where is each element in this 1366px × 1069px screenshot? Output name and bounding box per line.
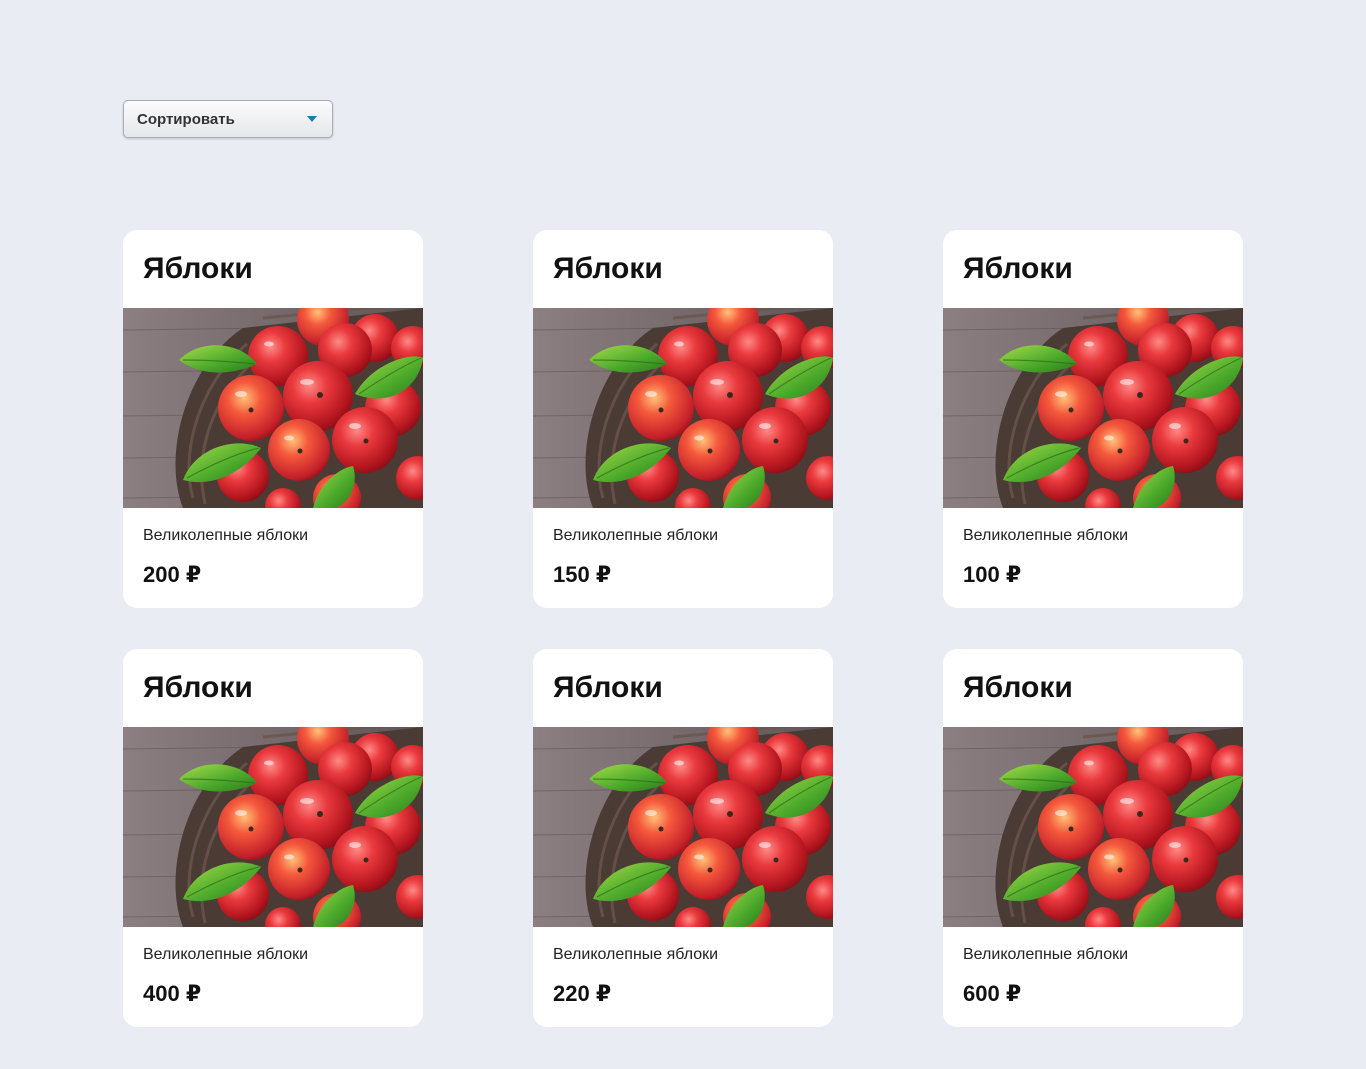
- chevron-down-icon: [307, 116, 317, 122]
- product-card[interactable]: Яблоки Великолепные яблоки 100 ₽: [943, 230, 1243, 608]
- product-price: 200 ₽: [143, 562, 202, 587]
- product-title: Яблоки: [143, 252, 253, 285]
- product-card[interactable]: Яблоки Великолепные яблоки 150 ₽: [533, 230, 833, 608]
- product-card[interactable]: Яблоки Великолепные яблоки 400 ₽: [123, 649, 423, 1027]
- product-title: Яблоки: [143, 671, 253, 704]
- product-grid: Яблоки Великолепные яблоки 200 ₽ Яблоки …: [123, 230, 1243, 1027]
- product-title: Яблоки: [553, 252, 663, 285]
- product-price: 400 ₽: [143, 981, 202, 1006]
- apples-basket-image: [123, 308, 423, 508]
- apples-basket-image: [123, 727, 423, 927]
- apples-basket-image: [943, 727, 1243, 927]
- apples-basket-image: [943, 308, 1243, 508]
- apples-basket-image: [533, 308, 833, 508]
- product-title: Яблоки: [963, 671, 1073, 704]
- product-title: Яблоки: [553, 671, 663, 704]
- product-price: 100 ₽: [963, 562, 1022, 587]
- product-price: 220 ₽: [553, 981, 612, 1006]
- product-title: Яблоки: [963, 252, 1073, 285]
- product-description: Великолепные яблоки: [963, 946, 1129, 963]
- product-price: 150 ₽: [553, 562, 612, 587]
- product-description: Великолепные яблоки: [963, 527, 1129, 544]
- apples-basket-image: [533, 727, 833, 927]
- product-card[interactable]: Яблоки Великолепные яблоки 200 ₽: [123, 230, 423, 608]
- sort-dropdown-label: Сортировать: [137, 110, 235, 128]
- product-description: Великолепные яблоки: [553, 946, 719, 963]
- product-description: Великолепные яблоки: [143, 946, 309, 963]
- product-price: 600 ₽: [963, 981, 1022, 1006]
- product-card[interactable]: Яблоки Великолепные яблоки 600 ₽: [943, 649, 1243, 1027]
- sort-dropdown[interactable]: Сортировать: [123, 100, 333, 138]
- product-description: Великолепные яблоки: [143, 527, 309, 544]
- product-card[interactable]: Яблоки Великолепные яблоки 220 ₽: [533, 649, 833, 1027]
- product-description: Великолепные яблоки: [553, 527, 719, 544]
